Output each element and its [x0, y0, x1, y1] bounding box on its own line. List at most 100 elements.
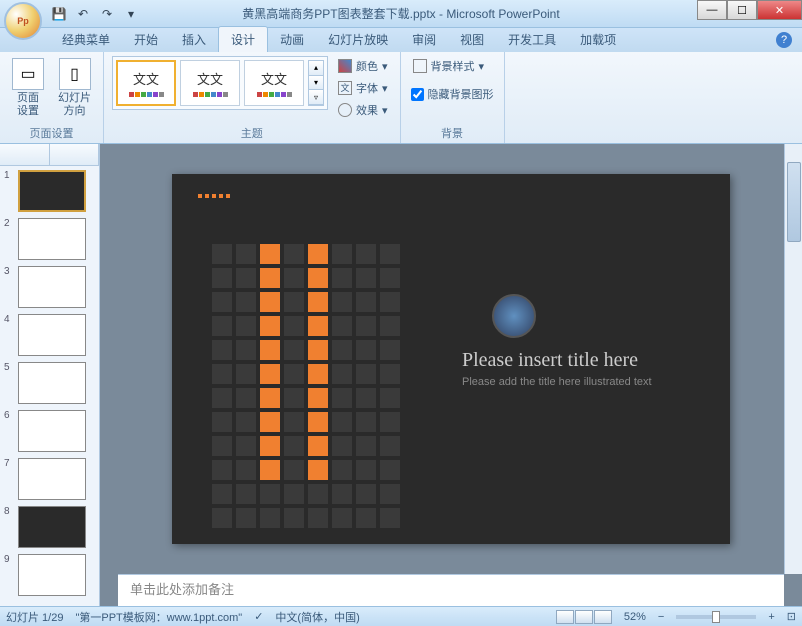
close-button[interactable]: ✕ — [757, 0, 802, 20]
slide-editor: Please insert title here Please add the … — [100, 144, 802, 606]
thumbnail-row: 6 — [4, 410, 95, 452]
theme-effects-button[interactable]: 效果 ▾ — [334, 100, 392, 120]
fit-window-button[interactable]: ⊡ — [787, 610, 796, 623]
tab-animation[interactable]: 动画 — [268, 27, 316, 52]
normal-view-button[interactable] — [556, 610, 574, 624]
ribbon-tabs: 经典菜单 开始 插入 设计 动画 幻灯片放映 审阅 视图 开发工具 加载项 ? — [0, 28, 802, 52]
zoom-level[interactable]: 52% — [624, 611, 646, 623]
fonts-icon: 文 — [338, 81, 352, 95]
effects-icon — [338, 103, 352, 117]
theme-gallery: 文文 文文 文文 ▴ ▾ ▿ — [112, 56, 328, 110]
scrollbar-thumb[interactable] — [787, 162, 801, 242]
zoom-in-button[interactable]: + — [768, 611, 774, 623]
group-label-page-setup: 页面设置 — [8, 123, 95, 141]
redo-icon[interactable]: ↷ — [98, 5, 116, 23]
thumbnail-row: 2 — [4, 218, 95, 260]
hide-background-checkbox[interactable]: 隐藏背景图形 — [409, 84, 496, 104]
maximize-button[interactable]: ☐ — [727, 0, 757, 20]
colors-icon — [338, 59, 352, 73]
thumbnail-row: 8 — [4, 506, 95, 548]
background-styles-button[interactable]: 背景样式 ▾ — [409, 56, 489, 76]
thumbnail-number: 1 — [4, 170, 14, 181]
sorter-view-button[interactable] — [575, 610, 593, 624]
theme-colors-button[interactable]: 颜色 ▾ — [334, 56, 392, 76]
thumbnail-slide[interactable] — [18, 362, 86, 404]
zoom-out-button[interactable]: − — [658, 611, 664, 623]
thumbnail-slide[interactable] — [18, 506, 86, 548]
slide-subtitle-text[interactable]: Please add the title here illustrated te… — [462, 376, 652, 388]
slide-accent-dots — [198, 194, 230, 198]
slide-canvas[interactable]: Please insert title here Please add the … — [172, 174, 730, 544]
tab-addins[interactable]: 加载项 — [568, 27, 628, 52]
view-buttons — [556, 610, 612, 624]
slideshow-view-button[interactable] — [594, 610, 612, 624]
theme-item-2[interactable]: 文文 — [180, 60, 240, 106]
slide-grid-graphic — [212, 244, 400, 528]
tab-view[interactable]: 视图 — [448, 27, 496, 52]
thumbnail-slide[interactable] — [18, 458, 86, 500]
gallery-more-icon[interactable]: ▿ — [309, 90, 323, 105]
tab-design[interactable]: 设计 — [218, 26, 268, 52]
thumbnail-slide[interactable] — [18, 554, 86, 596]
tab-insert[interactable]: 插入 — [170, 27, 218, 52]
qat-dropdown-icon[interactable]: ▾ — [122, 5, 140, 23]
status-slide-number: 幻灯片 1/29 — [6, 609, 63, 625]
thumbnail-slide[interactable] — [18, 314, 86, 356]
theme-fonts-button[interactable]: 文字体 ▾ — [334, 78, 392, 98]
office-button[interactable]: Pp — [4, 2, 42, 40]
thumbnail-slide[interactable] — [18, 266, 86, 308]
thumbnail-number: 6 — [4, 410, 14, 421]
minimize-button[interactable]: — — [697, 0, 727, 20]
gallery-down-icon[interactable]: ▾ — [309, 76, 323, 91]
status-bar: 幻灯片 1/29 "第一PPT模板网：www.1ppt.com" ✓ 中文(简体… — [0, 606, 802, 626]
help-icon[interactable]: ? — [776, 32, 792, 48]
thumb-tab-outline[interactable] — [50, 144, 100, 165]
thumbnail-row: 7 — [4, 458, 95, 500]
tab-developer[interactable]: 开发工具 — [496, 27, 568, 52]
thumbnail-number: 4 — [4, 314, 14, 325]
thumbnail-number: 9 — [4, 554, 14, 565]
thumbnail-slide[interactable] — [18, 218, 86, 260]
group-label-themes: 主题 — [112, 123, 392, 141]
thumbnail-number: 2 — [4, 218, 14, 229]
page-setup-icon: ▭ — [12, 58, 44, 90]
zoom-slider-thumb[interactable] — [712, 611, 720, 623]
tab-home[interactable]: 开始 — [122, 27, 170, 52]
page-setup-button[interactable]: ▭ 页面 设置 — [8, 56, 48, 120]
ribbon-group-page-setup: ▭ 页面 设置 ▯ 幻灯片 方向 页面设置 — [0, 52, 104, 143]
thumb-tab-slides[interactable] — [0, 144, 50, 165]
save-icon[interactable]: 💾 — [50, 5, 68, 23]
tab-classic-menu[interactable]: 经典菜单 — [50, 27, 122, 52]
notes-pane[interactable]: 单击此处添加备注 — [118, 574, 784, 606]
orientation-icon: ▯ — [59, 58, 91, 90]
theme-item-1[interactable]: 文文 — [116, 60, 176, 106]
slide-orientation-button[interactable]: ▯ 幻灯片 方向 — [54, 56, 95, 120]
ribbon-group-themes: 文文 文文 文文 ▴ ▾ ▿ 颜色 ▾ 文字体 — [104, 52, 401, 143]
theme-gallery-nav: ▴ ▾ ▿ — [308, 60, 324, 106]
thumbnail-row: 4 — [4, 314, 95, 356]
workspace: 123456789 Please insert title here Pleas… — [0, 144, 802, 606]
ribbon-group-background: 背景样式 ▾ 隐藏背景图形 背景 — [401, 52, 505, 143]
thumbnail-number: 8 — [4, 506, 14, 517]
slide-title-text[interactable]: Please insert title here — [462, 349, 638, 372]
thumbnail-number: 7 — [4, 458, 14, 469]
thumbnail-slide[interactable] — [18, 170, 86, 212]
theme-item-3[interactable]: 文文 — [244, 60, 304, 106]
tab-slideshow[interactable]: 幻灯片放映 — [316, 27, 400, 52]
thumbnail-slide[interactable] — [18, 410, 86, 452]
slide-area[interactable]: Please insert title here Please add the … — [100, 144, 802, 574]
vertical-scrollbar[interactable] — [784, 144, 802, 574]
thumbnail-row: 1 — [4, 170, 95, 212]
gallery-up-icon[interactable]: ▴ — [309, 61, 323, 76]
undo-icon[interactable]: ↶ — [74, 5, 92, 23]
quick-access-toolbar: 💾 ↶ ↷ ▾ — [50, 5, 140, 23]
window-title: 黄黑高端商务PPT图表整套下载.pptx - Microsoft PowerPo… — [242, 5, 559, 22]
spellcheck-icon[interactable]: ✓ — [254, 610, 263, 623]
zoom-slider[interactable] — [676, 615, 756, 619]
status-language[interactable]: 中文(简体，中国) — [275, 609, 359, 625]
window-controls: — ☐ ✕ — [697, 0, 802, 20]
tab-review[interactable]: 审阅 — [400, 27, 448, 52]
thumbnail-row: 9 — [4, 554, 95, 596]
thumbnail-list[interactable]: 123456789 — [0, 166, 99, 606]
ribbon: ▭ 页面 设置 ▯ 幻灯片 方向 页面设置 文文 文文 文文 — [0, 52, 802, 144]
